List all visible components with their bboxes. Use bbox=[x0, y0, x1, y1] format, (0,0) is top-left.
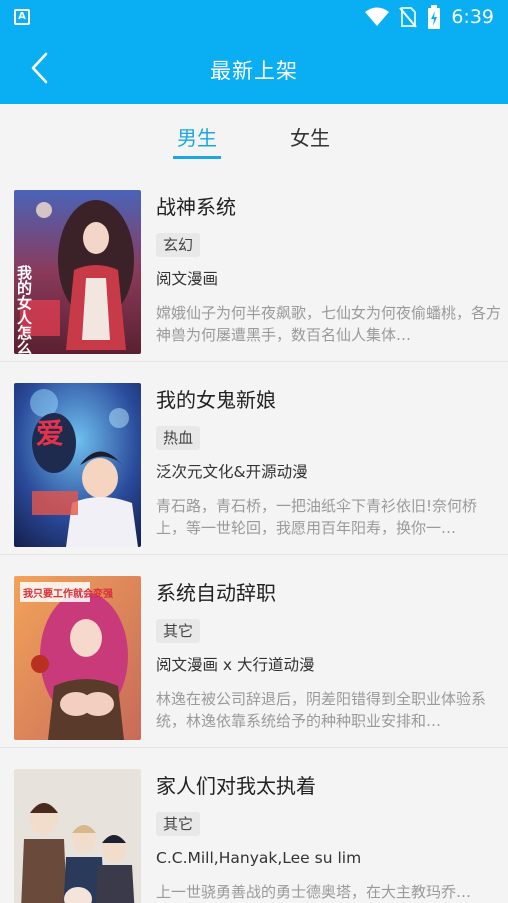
comic-info: 战神系统 玄幻 阅文漫画 嫦娥仙子为何半夜飙歌，七仙女为何夜偷蟠桃，各方神兽为何… bbox=[156, 193, 502, 346]
page-title: 最新上架 bbox=[210, 59, 298, 83]
cover-title-text: 我只要工作就会变强 bbox=[23, 587, 113, 600]
comic-info: 家人们对我太执着 其它 C.C.Mill,Hanyak,Lee su lim 上… bbox=[156, 772, 502, 903]
comic-description: 上一世骁勇善战的勇士德奥塔，在大主教玛乔… bbox=[156, 883, 472, 901]
comic-author: C.C.Mill,Hanyak,Lee su lim bbox=[156, 849, 362, 867]
tab-female[interactable]: 女生 bbox=[290, 122, 330, 151]
tab-active-indicator bbox=[173, 156, 221, 159]
status-icons: 6:39 bbox=[365, 4, 494, 29]
comic-description: 嫦娥仙子为何半夜飙歌，七仙女为何夜偷蟠桃，各方神兽为何屡遭黑手，数百名仙人集体… bbox=[156, 304, 502, 344]
comic-title: 系统自动辞职 bbox=[156, 581, 276, 605]
gender-tabs: 男生 女生 bbox=[0, 104, 508, 169]
comic-title: 家人们对我太执着 bbox=[156, 774, 316, 798]
app-notification-icon: A bbox=[14, 8, 30, 25]
comic-description: 青石路，青石桥，一把油纸伞下青衫依旧!奈何桥上，等一世轮回，我愿用百年阳寿，换你… bbox=[156, 497, 478, 537]
tab-label: 男生 bbox=[177, 126, 217, 150]
title-bar: 最新上架 bbox=[0, 33, 508, 104]
list-item[interactable]: 我只要工作就会变强 系统自动辞职 其它 阅文漫画 x 大行道动漫 林逸在被公司辞… bbox=[0, 555, 508, 748]
comic-cover[interactable] bbox=[14, 769, 141, 903]
comic-author: 阅文漫画 x 大行道动漫 bbox=[156, 656, 315, 674]
clock: 6:39 bbox=[451, 5, 494, 28]
comic-cover[interactable]: 我的女人怎么可能是仙 bbox=[14, 190, 141, 354]
list-item[interactable]: 爱 我的女鬼新娘 热血 泛次元文化&开源动漫 青石路，青石桥，一把油纸伞下青衫依… bbox=[0, 362, 508, 555]
tab-male[interactable]: 男生 bbox=[173, 122, 221, 159]
comic-cover[interactable]: 我只要工作就会变强 bbox=[14, 576, 141, 740]
comic-list: 我的女人怎么可能是仙 战神系统 玄幻 阅文漫画 嫦娥仙子为何半夜飙歌，七仙女为何… bbox=[0, 169, 508, 903]
comic-description: 林逸在被公司辞退后，阴差阳错得到全职业体验系统，林逸依靠系统给予的种种职业安排和… bbox=[156, 690, 487, 730]
battery-icon bbox=[428, 4, 441, 29]
genre-tag: 其它 bbox=[156, 619, 201, 643]
comic-title: 我的女鬼新娘 bbox=[156, 388, 276, 412]
comic-author: 泛次元文化&开源动漫 bbox=[156, 463, 308, 481]
tab-label: 女生 bbox=[290, 126, 330, 150]
genre-tag: 玄幻 bbox=[156, 233, 201, 257]
list-item[interactable]: 家人们对我太执着 其它 C.C.Mill,Hanyak,Lee su lim 上… bbox=[0, 748, 508, 903]
comic-info: 我的女鬼新娘 热血 泛次元文化&开源动漫 青石路，青石桥，一把油纸伞下青衫依旧!… bbox=[156, 386, 502, 539]
no-sim-icon bbox=[399, 6, 418, 28]
comic-author: 阅文漫画 bbox=[156, 270, 219, 288]
comic-cover[interactable]: 爱 bbox=[14, 383, 141, 547]
list-item[interactable]: 我的女人怎么可能是仙 战神系统 玄幻 阅文漫画 嫦娥仙子为何半夜飙歌，七仙女为何… bbox=[0, 169, 508, 362]
comic-info: 系统自动辞职 其它 阅文漫画 x 大行道动漫 林逸在被公司辞退后，阴差阳错得到全… bbox=[156, 579, 502, 732]
cover-title-text: 我的女人怎么可能是仙 bbox=[15, 264, 33, 354]
comic-title: 战神系统 bbox=[156, 195, 236, 219]
cover-title-text: 爱 bbox=[36, 417, 64, 450]
wifi-icon bbox=[365, 7, 390, 26]
genre-tag: 热血 bbox=[156, 426, 201, 450]
status-bar: A 6:39 bbox=[0, 0, 508, 33]
genre-tag: 其它 bbox=[156, 812, 201, 836]
